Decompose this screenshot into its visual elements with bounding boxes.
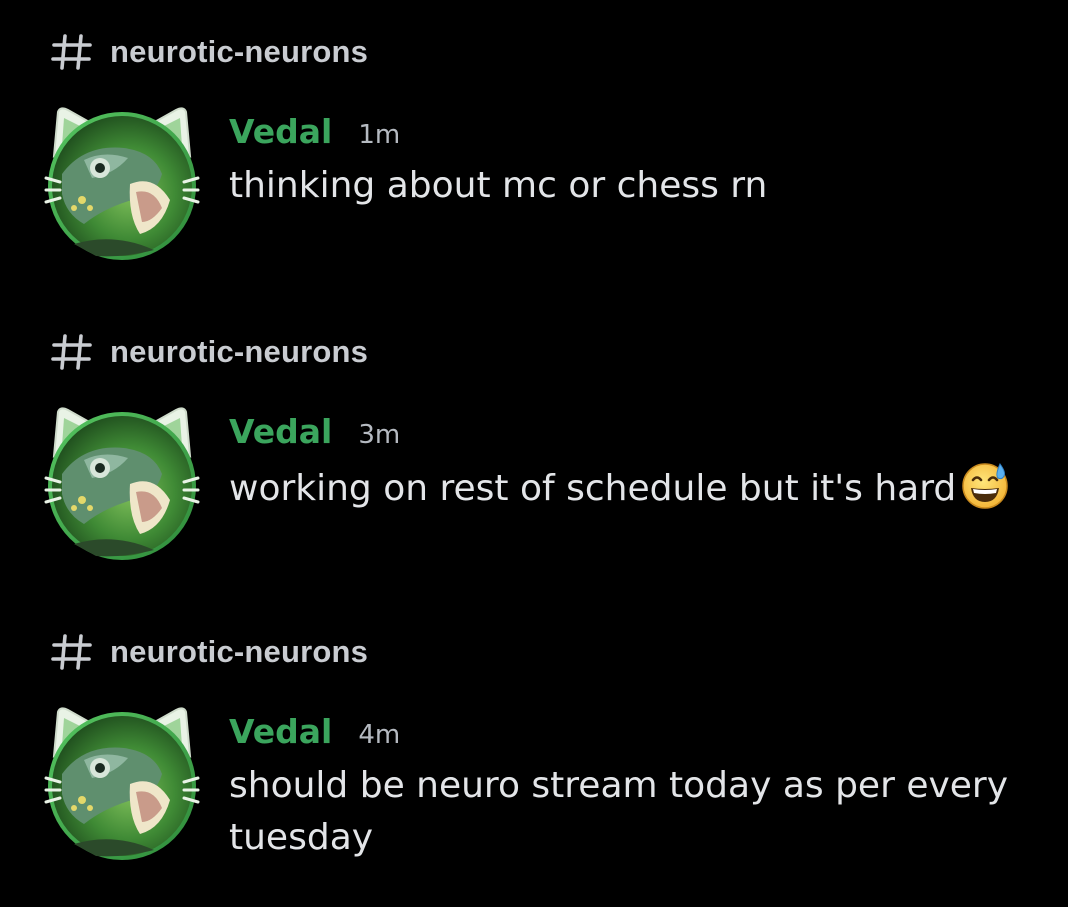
turtle-cat-ears-avatar <box>44 107 200 260</box>
channel-header[interactable]: neurotic-neurons <box>50 630 368 674</box>
message-text: thinking about mc or chess rn <box>229 160 1028 212</box>
turtle-cat-ears-avatar <box>44 407 200 560</box>
message-text: should be neuro stream today as per ever… <box>229 760 1028 864</box>
timestamp: 4m <box>358 720 401 750</box>
turtle-cat-ears-avatar <box>44 707 200 860</box>
channel-name: neurotic-neurons <box>110 634 369 669</box>
author-name[interactable]: Vedal <box>229 112 332 151</box>
message: Vedal 3m working on rest of schedule but… <box>229 412 1028 515</box>
avatar[interactable] <box>44 404 200 564</box>
hash-icon <box>51 34 92 70</box>
avatar[interactable] <box>44 104 200 264</box>
notification-item[interactable]: neurotic-neurons <box>0 600 1068 900</box>
message-text-content: working on rest of schedule but it's har… <box>229 468 957 509</box>
hash-icon <box>51 634 92 670</box>
message-meta: Vedal 4m <box>229 712 1028 762</box>
message-text-content: thinking about mc or chess rn <box>229 165 768 206</box>
timestamp: 3m <box>358 420 401 450</box>
hash-icon <box>51 334 92 370</box>
author-name[interactable]: Vedal <box>229 712 332 751</box>
notification-item[interactable]: neurotic-neurons <box>0 0 1068 300</box>
grinning-sweat-emoji <box>962 463 1008 509</box>
channel-name: neurotic-neurons <box>110 334 369 369</box>
message: Vedal 1m thinking about mc or chess rn <box>229 112 1028 212</box>
notification-item[interactable]: neurotic-neurons <box>0 300 1068 600</box>
message-text: working on rest of schedule but it's har… <box>229 460 1028 515</box>
channel-header[interactable]: neurotic-neurons <box>50 30 368 74</box>
message-meta: Vedal 1m <box>229 112 1028 162</box>
message: Vedal 4m should be neuro stream today as… <box>229 712 1028 864</box>
author-name[interactable]: Vedal <box>229 412 332 451</box>
timestamp: 1m <box>358 120 401 150</box>
message-text-content: should be neuro stream today as per ever… <box>229 765 1009 858</box>
avatar[interactable] <box>44 704 200 864</box>
channel-name: neurotic-neurons <box>110 34 369 69</box>
message-meta: Vedal 3m <box>229 412 1028 462</box>
channel-header[interactable]: neurotic-neurons <box>50 330 368 374</box>
